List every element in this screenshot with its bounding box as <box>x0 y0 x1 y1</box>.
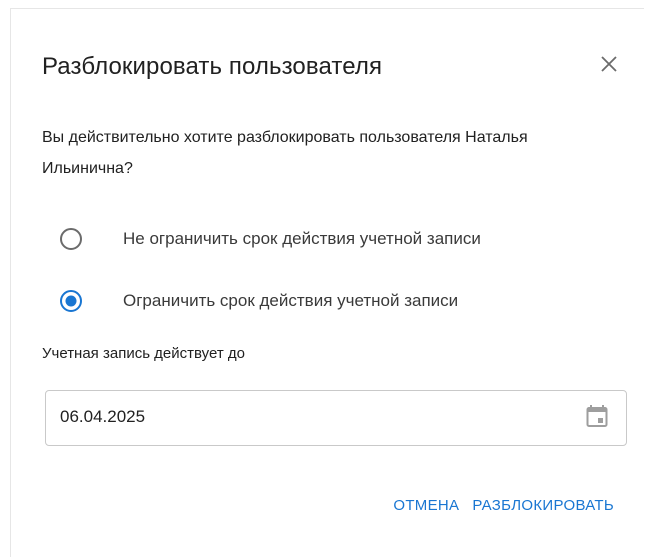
radio-limited[interactable] <box>59 289 83 313</box>
calendar-icon[interactable] <box>586 404 608 428</box>
close-icon <box>601 56 617 72</box>
date-field <box>45 390 627 446</box>
option-unlimited-label: Не ограничить срок действия учетной запи… <box>123 229 481 248</box>
option-limited[interactable]: Ограничить срок действия учетной записи <box>59 285 458 317</box>
expiry-date-input[interactable] <box>60 397 560 437</box>
close-button[interactable] <box>594 49 624 79</box>
radio-unlimited[interactable] <box>59 227 83 251</box>
dialog-actions: ОТМЕНА РАЗБЛОКИРОВАТЬ <box>393 497 614 514</box>
cancel-button[interactable]: ОТМЕНА <box>393 497 459 514</box>
unblock-user-dialog: Разблокировать пользователя Вы действите… <box>10 8 644 557</box>
date-field-label: Учетная запись действует до <box>42 345 245 362</box>
option-limited-label: Ограничить срок действия учетной записи <box>123 291 459 310</box>
confirmation-message: Вы действительно хотите разблокировать п… <box>42 129 528 177</box>
unblock-button[interactable]: РАЗБЛОКИРОВАТЬ <box>472 497 614 514</box>
dialog-title: Разблокировать пользователя <box>42 53 383 80</box>
option-unlimited[interactable]: Не ограничить срок действия учетной запи… <box>59 223 481 255</box>
